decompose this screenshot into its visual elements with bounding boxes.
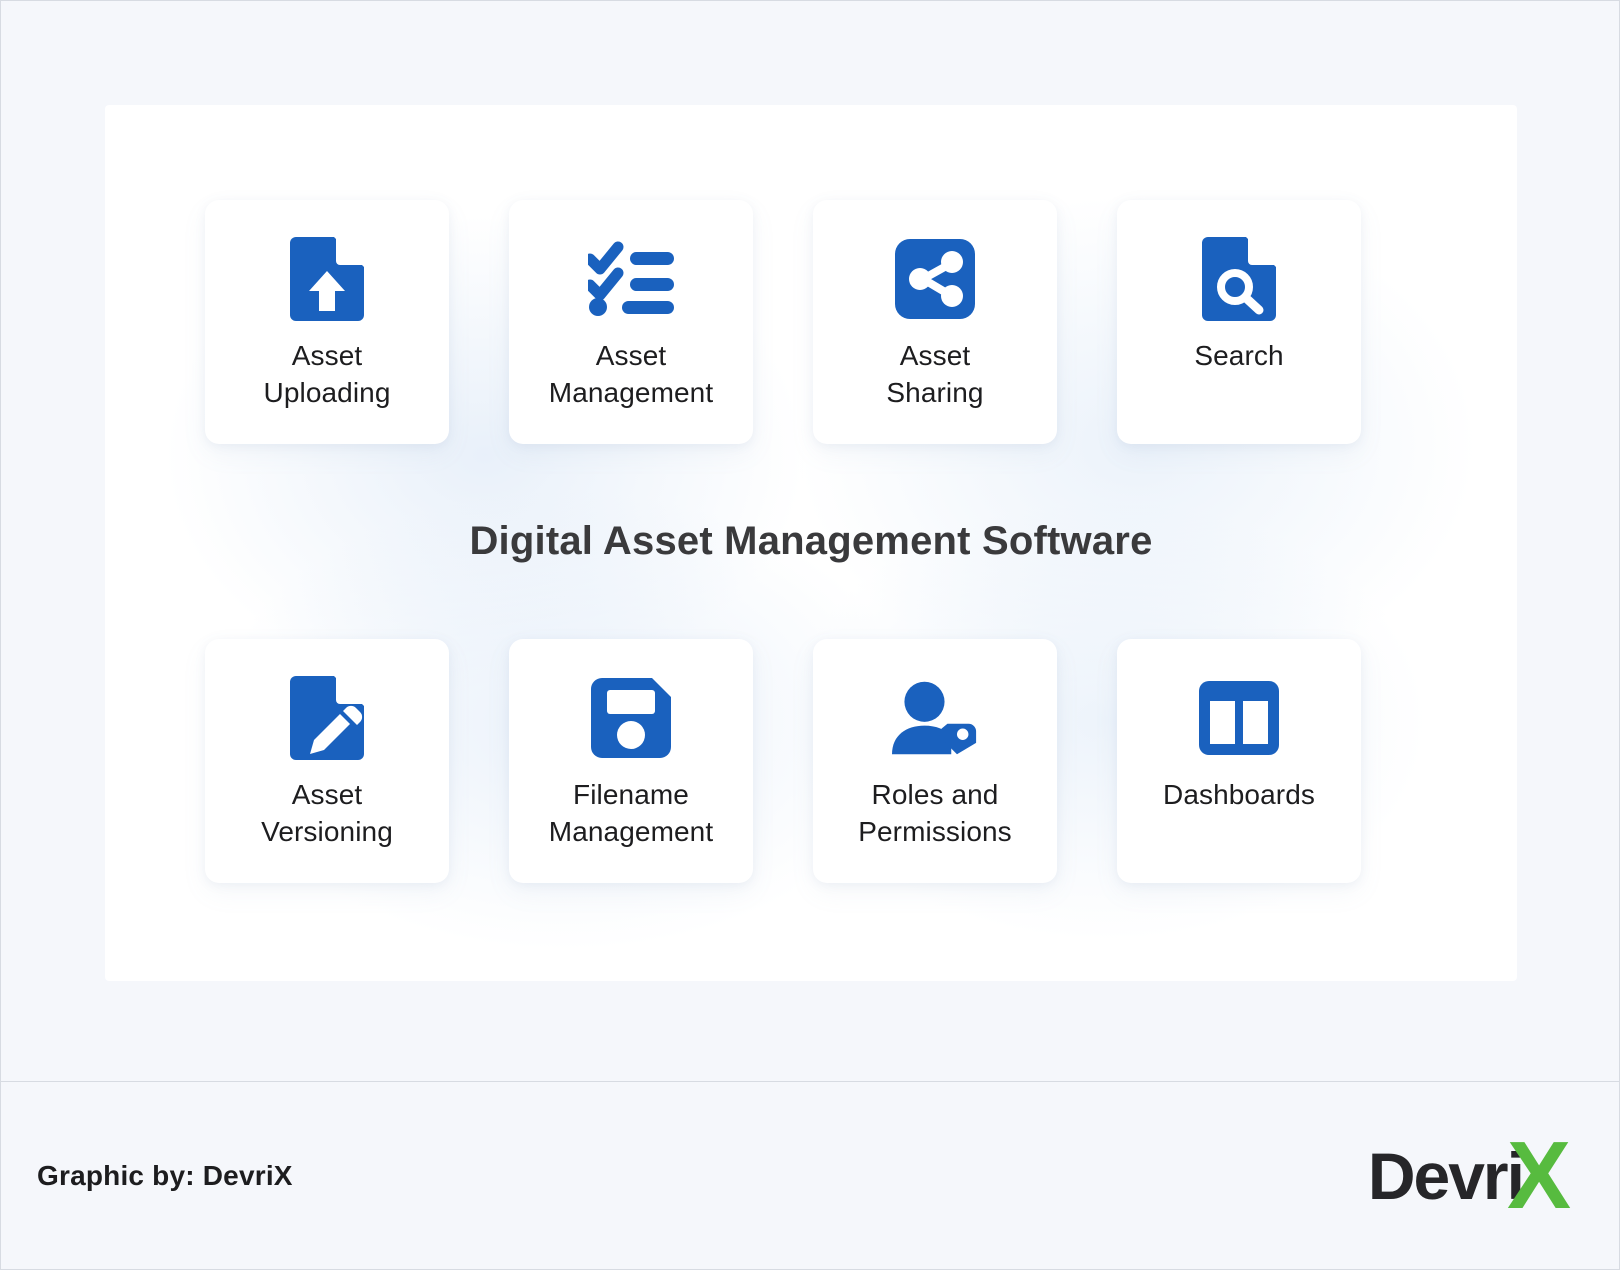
feature-card-label: Asset Sharing — [886, 340, 984, 408]
floppy-save-icon — [588, 675, 674, 761]
feature-card-roles-permissions[interactable]: Roles and Permissions — [813, 639, 1057, 883]
document-edit-icon — [284, 675, 370, 761]
feature-card-label: Roles and Permissions — [858, 779, 1012, 847]
logo-wordmark: Devri — [1367, 1138, 1525, 1213]
logo-x-mark: X — [1506, 1121, 1571, 1229]
footer-bar: Graphic by: DevriX Devri X — [1, 1081, 1619, 1269]
devrix-logo: Devri X — [1367, 1121, 1583, 1229]
checklist-icon — [588, 236, 674, 322]
feature-card-label: Asset Versioning — [261, 779, 393, 847]
feature-card-label: Asset Uploading — [263, 340, 391, 408]
user-tag-icon — [892, 675, 978, 761]
document-upload-icon — [284, 236, 370, 322]
feature-row-top: Asset Uploading Asset Management Asset S… — [205, 200, 1417, 444]
feature-card-dashboards[interactable]: Dashboards — [1117, 639, 1361, 883]
feature-card-label: Search — [1194, 340, 1284, 371]
feature-card-filename-management[interactable]: Filename Management — [509, 639, 753, 883]
feature-card-label: Filename Management — [548, 779, 714, 847]
credit-text: Graphic by: DevriX — [37, 1159, 293, 1191]
feature-card-asset-uploading[interactable]: Asset Uploading — [205, 200, 449, 444]
feature-row-bottom: Asset Versioning Filename Management Rol… — [205, 639, 1417, 883]
content-panel: Asset Uploading Asset Management Asset S… — [105, 105, 1517, 981]
feature-card-asset-versioning[interactable]: Asset Versioning — [205, 639, 449, 883]
feature-card-search[interactable]: Search — [1117, 200, 1361, 444]
share-square-icon — [892, 236, 978, 322]
feature-card-label: Asset Management — [548, 340, 714, 408]
feature-card-label: Dashboards — [1163, 779, 1315, 810]
dashboard-columns-icon — [1196, 675, 1282, 761]
feature-card-asset-sharing[interactable]: Asset Sharing — [813, 200, 1057, 444]
infographic-title: Digital Asset Management Software — [469, 519, 1153, 563]
infographic-page: Asset Uploading Asset Management Asset S… — [0, 0, 1620, 1270]
feature-card-asset-management[interactable]: Asset Management — [509, 200, 753, 444]
document-search-icon — [1196, 236, 1282, 322]
